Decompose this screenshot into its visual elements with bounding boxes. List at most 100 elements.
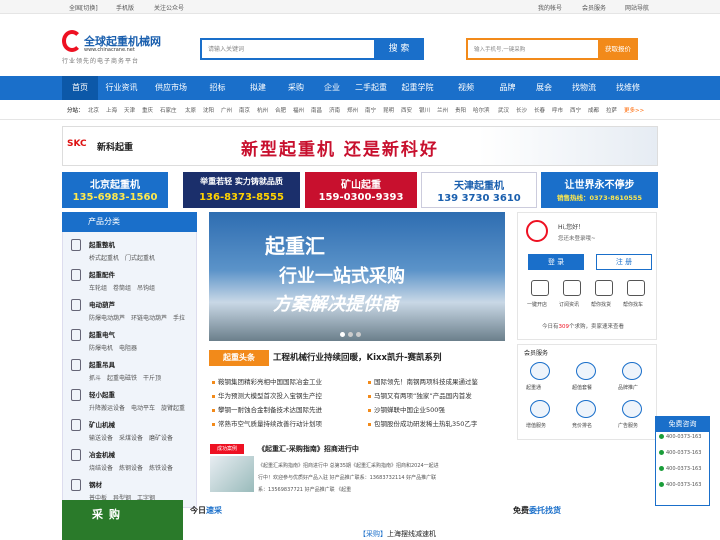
category-item[interactable]: 烧结设备 <box>89 465 113 472</box>
quick-label[interactable]: 订阅资讯 <box>559 301 579 308</box>
ad-beijing-crane[interactable]: 北京起重机 135-6983-1560 <box>62 172 168 208</box>
hotline-title[interactable]: 免费咨询 <box>655 416 710 432</box>
city-link[interactable]: 郑州 <box>347 106 358 114</box>
category-item[interactable]: 干斤顶 <box>143 375 161 382</box>
service-label[interactable]: 品牌推广 <box>618 384 638 391</box>
case-title[interactable]: 《起重汇-采购指南》招商进行中 <box>258 444 359 454</box>
service-label[interactable]: 增值服务 <box>526 422 546 429</box>
service-icon[interactable] <box>576 362 596 380</box>
city-link[interactable]: 西安 <box>401 106 412 114</box>
city-link[interactable]: 南昌 <box>311 106 322 114</box>
category-name[interactable]: 起重整机 <box>89 239 161 249</box>
category-item[interactable]: 升降搬运设备 <box>89 405 125 412</box>
news-item[interactable]: 沙钢蝉联中国企业500强 <box>368 404 445 414</box>
nav-item-3[interactable]: 招标 <box>197 76 238 100</box>
nav-item-8[interactable]: 起重学院 <box>392 76 443 100</box>
category-item[interactable]: 吊钩组 <box>137 285 155 292</box>
ad-mining-crane[interactable]: 矿山起重 159-0300-9393 <box>305 172 417 208</box>
buy-banner[interactable]: 采购 <box>62 500 183 540</box>
service-label[interactable]: 起重通 <box>526 384 541 391</box>
nav-item-12[interactable]: 找物流 <box>562 76 606 100</box>
category-item[interactable]: 磨矿设备 <box>149 435 173 442</box>
city-link[interactable]: 石家庄 <box>160 106 177 114</box>
city-link[interactable]: 贵阳 <box>455 106 466 114</box>
category-name[interactable]: 起重电气 <box>89 329 143 339</box>
news-item[interactable]: 鞍钢集团精彩亮相中国国际冶金工业 <box>212 376 322 386</box>
service-label[interactable]: 超值套餐 <box>572 384 592 391</box>
nav-item-4[interactable]: 拟建 <box>238 76 278 100</box>
nav-item-1[interactable]: 行业资讯 <box>98 76 145 100</box>
news-item[interactable]: 华为预测大模型首次投入宝钢生产控 <box>212 390 322 400</box>
site-nav-link[interactable]: 网站导航 <box>625 3 649 12</box>
city-link[interactable]: 南京 <box>239 106 250 114</box>
quick-icon[interactable] <box>627 280 645 296</box>
city-link[interactable]: 沈阳 <box>203 106 214 114</box>
nav-item-13[interactable]: 找维修 <box>606 76 650 100</box>
category-item[interactable]: 防爆电机 <box>89 345 113 352</box>
quick-icon[interactable] <box>531 280 549 296</box>
case-image[interactable] <box>210 456 254 492</box>
quick-label[interactable]: 帮你找货 <box>591 301 611 308</box>
hotline-tel[interactable]: 400-0373-163 <box>659 450 701 456</box>
hotline-tel[interactable]: 400-0373-163 <box>659 482 701 488</box>
category-item[interactable]: 环链电动葫芦 <box>131 315 167 322</box>
hero-slider[interactable]: 起重汇 行业一站式采购 方案解决提供商 <box>209 212 505 341</box>
category-item[interactable]: 电阻器 <box>119 345 137 352</box>
quick-icon[interactable] <box>563 280 581 296</box>
category-item[interactable]: 炼钢设备 <box>119 465 143 472</box>
service-icon[interactable] <box>530 400 550 418</box>
category-name[interactable]: 轻小起重 <box>89 389 191 399</box>
city-link[interactable]: 杭州 <box>257 106 268 114</box>
city-link[interactable]: 广州 <box>221 106 232 114</box>
hotline-tel[interactable]: 400-0373-163 <box>659 434 701 440</box>
city-link[interactable]: 合肥 <box>275 106 286 114</box>
city-link[interactable]: 昆明 <box>383 106 394 114</box>
slider-dots[interactable] <box>340 331 364 339</box>
city-link[interactable]: 长春 <box>534 106 545 114</box>
city-link[interactable]: 重庆 <box>142 106 153 114</box>
logo-icon[interactable] <box>62 30 82 52</box>
quick-label[interactable]: 帮你找车 <box>623 301 643 308</box>
nav-item-2[interactable]: 供应市场 <box>145 76 197 100</box>
city-link[interactable]: 哈尔滨 <box>473 106 490 114</box>
city-link[interactable]: 福州 <box>293 106 304 114</box>
city-link[interactable]: 济南 <box>329 106 340 114</box>
category-item[interactable]: 门式起重机 <box>125 255 155 262</box>
category-item[interactable]: 采煤设备 <box>119 435 143 442</box>
category-item[interactable]: 桥式起重机 <box>89 255 119 262</box>
nav-item-11[interactable]: 展会 <box>526 76 562 100</box>
more-cities-link[interactable]: 更多>> <box>624 106 644 114</box>
headline-title[interactable]: 工程机械行业持续回暖，Kixx凯升-赛凯系列 <box>273 351 442 363</box>
news-item[interactable]: 包钢股份成功研发稀土热轧350乙字 <box>368 418 477 428</box>
service-icon[interactable] <box>530 362 550 380</box>
category-item[interactable]: 卷筒组 <box>113 285 131 292</box>
phone-input[interactable]: 输入手机号,一键采购 <box>466 38 598 60</box>
category-item[interactable]: 抓斗 <box>89 375 101 382</box>
service-icon[interactable] <box>576 400 596 418</box>
category-name[interactable]: 冶金机械 <box>89 449 179 459</box>
login-button[interactable]: 登 录 <box>528 254 584 270</box>
city-link[interactable]: 南宁 <box>365 106 376 114</box>
category-name[interactable]: 钢材 <box>89 479 161 489</box>
city-link[interactable]: 兰州 <box>437 106 448 114</box>
search-button[interactable]: 搜 索 <box>374 38 424 60</box>
category-item[interactable]: 旋臂起重 <box>161 405 185 412</box>
city-link[interactable]: 武汉 <box>498 106 509 114</box>
ad-tianjin-crane[interactable]: 天津起重机 139 3730 3610 <box>421 172 537 208</box>
city-link[interactable]: 拉萨 <box>606 106 617 114</box>
city-link[interactable]: 北京 <box>88 106 99 114</box>
nav-item-0[interactable]: 首页 <box>62 76 98 100</box>
news-item[interactable]: 马钢又有两项“独家”产品国内首发 <box>368 390 472 400</box>
city-link[interactable]: 太原 <box>185 106 196 114</box>
nav-item-9[interactable]: 视频 <box>443 76 489 100</box>
nav-item-7[interactable]: 二手起重 <box>350 76 392 100</box>
news-item[interactable]: 国际领先！南钢两项科技成果通过鉴 <box>368 376 478 386</box>
nav-item-10[interactable]: 品牌 <box>489 76 526 100</box>
category-name[interactable]: 起重配件 <box>89 269 161 279</box>
hotline-tel[interactable]: 400-0373-163 <box>659 466 701 472</box>
category-name[interactable]: 矿山机械 <box>89 419 179 429</box>
city-link[interactable]: 长沙 <box>516 106 527 114</box>
category-item[interactable]: 防爆电动葫芦 <box>89 315 125 322</box>
register-button[interactable]: 注 册 <box>596 254 652 270</box>
nav-item-5[interactable]: 采购 <box>278 76 314 100</box>
